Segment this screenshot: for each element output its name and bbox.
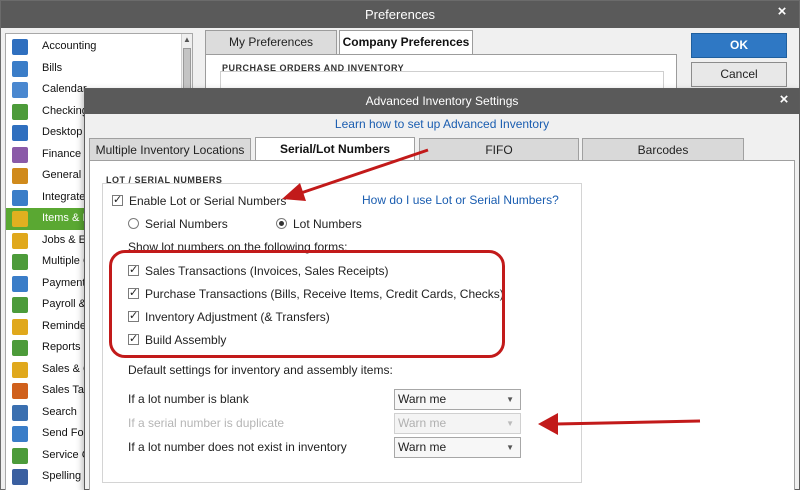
- show-lot-numbers-label: Show lot numbers on the following forms:: [128, 240, 348, 254]
- items-inventory-icon: [12, 211, 28, 227]
- ok-button[interactable]: OK: [691, 33, 787, 58]
- purchase-checkbox-box[interactable]: [128, 286, 139, 299]
- sidebar-item-label: Reminder: [42, 319, 90, 332]
- sidebar-item-label: Payroll &: [42, 298, 87, 310]
- tab-barcodes[interactable]: Barcodes: [582, 138, 744, 160]
- payments-icon: [12, 275, 28, 292]
- default-settings-label: Default settings for inventory and assem…: [128, 363, 393, 377]
- build-assembly-checkbox-box[interactable]: [128, 332, 139, 345]
- lot-not-exist-label: If a lot number does not exist in invent…: [128, 440, 347, 454]
- sidebar-item-label: Accounting: [42, 40, 97, 52]
- sidebar-item-label: Search: [42, 405, 77, 418]
- chevron-down-icon: ▼: [506, 443, 514, 452]
- advanced-inventory-dialog: Advanced Inventory Settings × Learn how …: [84, 88, 800, 490]
- checking-icon: [12, 103, 28, 120]
- build-assembly-label: Build Assembly: [145, 333, 227, 347]
- reminders-icon: [12, 318, 28, 335]
- payroll-icon: [12, 297, 28, 313]
- bills-icon: [12, 60, 28, 77]
- form-inventory-adjustment-checkbox[interactable]: Inventory Adjustment (& Transfers): [128, 309, 330, 324]
- radio-lot-numbers[interactable]: Lot Numbers: [276, 217, 362, 231]
- accounting-icon: [12, 39, 28, 55]
- form-sales-transactions-checkbox[interactable]: Sales Transactions (Invoices, Sales Rece…: [128, 263, 389, 278]
- sidebar-item-bills[interactable]: Bills: [6, 58, 182, 80]
- inventory-adjustment-label: Inventory Adjustment (& Transfers): [145, 310, 330, 324]
- serial-duplicate-label: If a serial number is duplicate: [128, 416, 285, 430]
- chevron-down-icon: ▼: [506, 419, 514, 428]
- enable-lot-serial-label: Enable Lot or Serial Numbers: [129, 194, 287, 208]
- lot-not-exist-value: Warn me: [398, 440, 447, 454]
- lot-blank-dropdown[interactable]: Warn me ▼: [394, 389, 521, 410]
- tab-my-preferences-label: My Preferences: [228, 35, 314, 49]
- tab-serial-lot-numbers[interactable]: Serial/Lot Numbers: [255, 137, 415, 161]
- form-purchase-transactions-checkbox[interactable]: Purchase Transactions (Bills, Receive It…: [128, 286, 504, 301]
- advanced-inventory-title: Advanced Inventory Settings: [365, 94, 519, 108]
- tab-fifo[interactable]: FIFO: [419, 138, 579, 160]
- tab-my-preferences[interactable]: My Preferences: [205, 30, 337, 54]
- sidebar-item-label: Jobs & E: [42, 233, 87, 246]
- jobs-estimates-icon: [12, 232, 28, 249]
- lot-blank-label: If a lot number is blank: [128, 392, 249, 406]
- multiple-currencies-icon: [12, 254, 28, 270]
- serial-duplicate-value: Warn me: [398, 416, 447, 430]
- radio-serial-label: Serial Numbers: [145, 217, 228, 231]
- purchase-transactions-label: Purchase Transactions (Bills, Receive It…: [145, 287, 504, 301]
- learn-advanced-inventory-link[interactable]: Learn how to set up Advanced Inventory: [85, 117, 799, 131]
- lot-not-exist-dropdown[interactable]: Warn me ▼: [394, 437, 521, 458]
- help-lot-serial-link[interactable]: How do I use Lot or Serial Numbers?: [362, 193, 559, 207]
- serial-duplicate-dropdown: Warn me ▼: [394, 413, 521, 434]
- enable-checkbox-box[interactable]: [112, 193, 123, 206]
- sidebar-item-label: Calendar: [42, 83, 87, 95]
- tab-company-preferences[interactable]: Company Preferences: [339, 30, 473, 55]
- sales-checkbox-box[interactable]: [128, 263, 139, 276]
- service-connection-icon: [12, 447, 28, 464]
- radio-lot-label: Lot Numbers: [293, 217, 362, 231]
- advanced-inventory-close-icon[interactable]: ×: [771, 89, 797, 113]
- advanced-inventory-title-bar: Advanced Inventory Settings: [85, 89, 799, 114]
- radio-lot-button[interactable]: [276, 218, 287, 229]
- scrollbar-thumb[interactable]: [183, 48, 191, 90]
- inventory-adjustment-checkbox-box[interactable]: [128, 309, 139, 322]
- sidebar-item-label: Checking: [42, 104, 88, 117]
- chevron-down-icon: ▼: [506, 395, 514, 404]
- sales-customers-icon: [12, 361, 28, 378]
- sidebar-item-label: General: [42, 169, 82, 181]
- scroll-up-icon[interactable]: ▲: [182, 35, 192, 44]
- general-icon: [12, 168, 28, 184]
- preferences-title-bar: Preferences: [1, 1, 799, 28]
- spelling-icon: [12, 469, 28, 485]
- tab-company-preferences-label: Company Preferences: [342, 35, 470, 49]
- form-build-assembly-checkbox[interactable]: Build Assembly: [128, 332, 227, 347]
- sidebar-item-label: Bills: [42, 61, 63, 74]
- preferences-close-icon[interactable]: ×: [769, 1, 795, 25]
- preferences-title: Preferences: [364, 7, 436, 22]
- lot-blank-value: Warn me: [398, 392, 447, 406]
- sidebar-item-label: Spelling: [42, 470, 82, 482]
- tab-multiple-inventory-locations[interactable]: Multiple Inventory Locations: [89, 138, 251, 160]
- calendar-icon: [12, 82, 28, 98]
- enable-lot-serial-checkbox[interactable]: Enable Lot or Serial Numbers: [112, 193, 287, 208]
- sidebar-item-label: Service C: [42, 448, 90, 461]
- cancel-button[interactable]: Cancel: [691, 62, 787, 87]
- send-forms-icon: [12, 426, 28, 442]
- sidebar-item-accounting[interactable]: Accounting: [6, 36, 182, 58]
- sidebar-item-label: Sales Tax: [42, 384, 90, 396]
- desktop-view-icon: [12, 125, 28, 141]
- integrated-apps-icon: [12, 189, 28, 206]
- sidebar-item-label: Send For: [42, 427, 88, 439]
- finance-charge-icon: [12, 146, 28, 163]
- radio-serial-button[interactable]: [128, 218, 139, 229]
- sales-transactions-label: Sales Transactions (Invoices, Sales Rece…: [145, 264, 389, 278]
- radio-serial-numbers[interactable]: Serial Numbers: [128, 217, 228, 231]
- serial-lot-panel: LOT / SERIAL NUMBERS Enable Lot or Seria…: [89, 160, 795, 490]
- sales-tax-icon: [12, 383, 28, 399]
- search-icon: [12, 404, 28, 421]
- reports-graphs-icon: [12, 340, 28, 356]
